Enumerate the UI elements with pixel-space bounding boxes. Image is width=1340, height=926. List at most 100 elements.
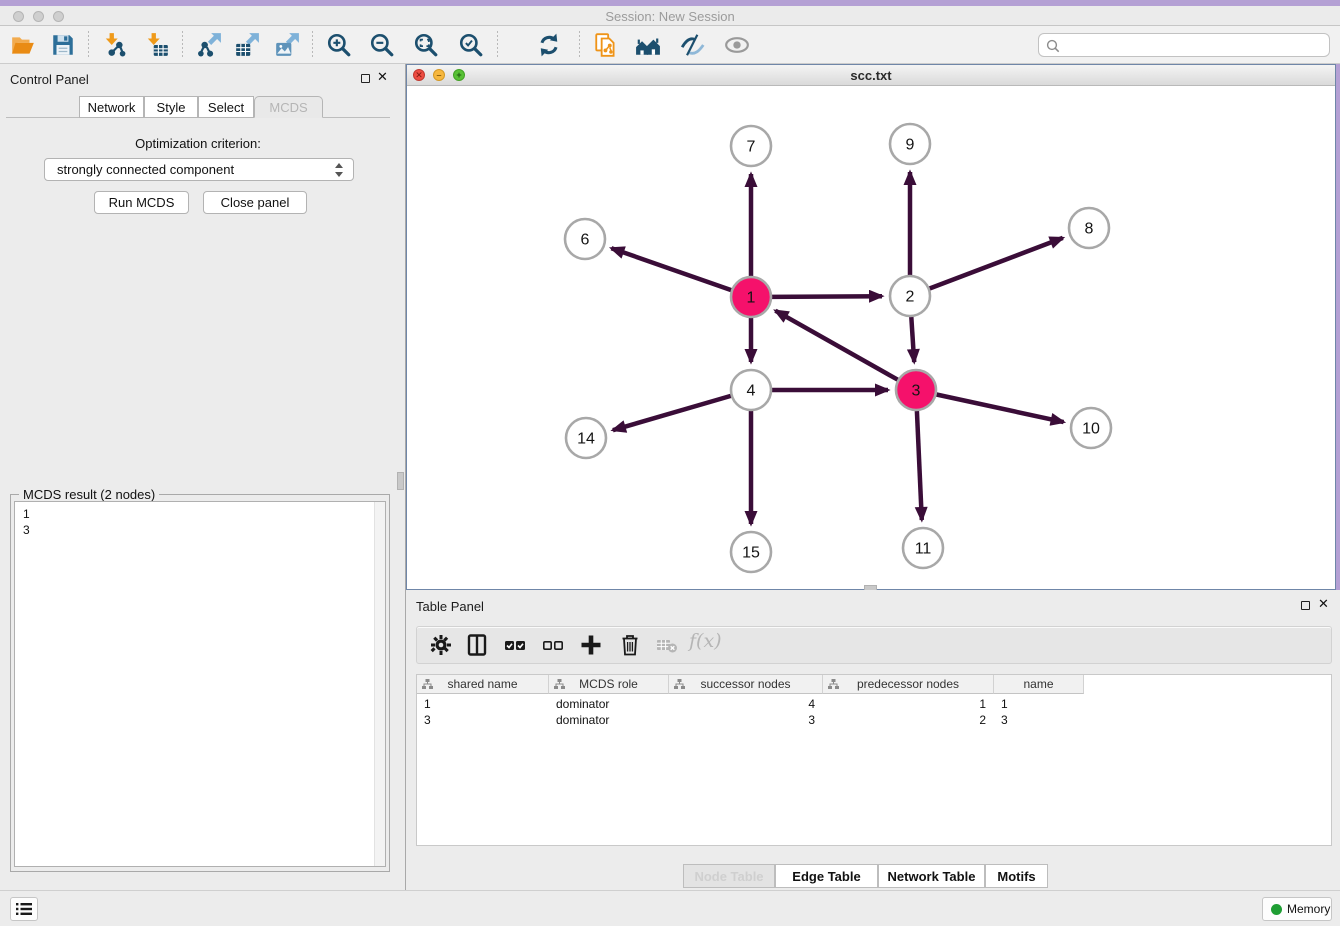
graph-edge-1-2[interactable] <box>772 296 882 297</box>
mcds-result-lines: 1 3 <box>23 506 30 538</box>
table-panel-tabs: Node TableEdge TableNetwork TableMotifs <box>406 864 1340 888</box>
graph-edge-3-1[interactable] <box>775 311 897 380</box>
function-builder-button-disabled: f(x) <box>689 630 722 652</box>
tab-edge-table[interactable]: Edge Table <box>775 864 878 888</box>
home-networks-button[interactable] <box>635 32 661 58</box>
task-history-button[interactable] <box>10 897 38 921</box>
tab-motifs[interactable]: Motifs <box>985 864 1048 888</box>
graph-node-label: 4 <box>747 383 756 400</box>
zoom-fit-button[interactable] <box>413 32 439 58</box>
search-input[interactable] <box>1065 36 1323 54</box>
table-cell[interactable]: 4 <box>669 696 823 712</box>
column-tree-icon <box>422 679 433 690</box>
close-table-panel-icon[interactable]: ✕ <box>1318 596 1329 612</box>
column-tree-icon <box>674 679 685 690</box>
toolbar-separator <box>312 31 313 59</box>
list-icon <box>15 901 33 917</box>
graph-node-label: 14 <box>577 431 595 448</box>
column-header-name[interactable]: name <box>994 675 1084 694</box>
tab-network[interactable]: Network <box>79 96 144 118</box>
delete-table-icon <box>657 640 677 653</box>
titlebar: Session: New Session <box>0 6 1340 26</box>
table-cell[interactable]: dominator <box>549 712 669 728</box>
delete-column-button[interactable] <box>618 633 642 657</box>
close-panel-icon[interactable]: ✕ <box>377 69 388 85</box>
column-tree-icon <box>554 679 565 690</box>
table-cell[interactable]: dominator <box>549 696 669 712</box>
table-row[interactable]: 1dominator411 <box>417 696 1084 712</box>
export-table-icon <box>246 33 259 45</box>
column-header-MCDS-role[interactable]: MCDS role <box>549 675 669 694</box>
graph-edge-2-8[interactable] <box>930 238 1063 289</box>
graph-node-label: 1 <box>747 290 756 307</box>
zoom-in-button[interactable] <box>326 32 352 58</box>
run-mcds-button[interactable]: Run MCDS <box>94 191 189 214</box>
create-column-button[interactable] <box>579 633 603 657</box>
table-cell[interactable]: 3 <box>994 712 1084 728</box>
network-canvas[interactable]: 7968124314101511 <box>407 86 1335 589</box>
tab-node-table[interactable]: Node Table <box>683 864 775 888</box>
column-header-successor-nodes[interactable]: successor nodes <box>669 675 823 694</box>
zoom-selected-button[interactable] <box>458 32 484 58</box>
table-cell[interactable]: 1 <box>417 696 549 712</box>
tab-mcds[interactable]: MCDS <box>254 96 323 118</box>
tab-network-table[interactable]: Network Table <box>878 864 985 888</box>
copy-network-button[interactable] <box>593 32 619 58</box>
table-cell[interactable]: 1 <box>994 696 1084 712</box>
network-frame-titlebar[interactable]: ✕ – + scc.txt <box>407 65 1335 86</box>
column-tree-icon <box>828 679 839 690</box>
settings-gear-button[interactable] <box>429 633 453 657</box>
save-session-button[interactable] <box>50 32 76 58</box>
toolbar-separator <box>579 31 580 59</box>
control-panel-title: Control Panel <box>10 72 89 87</box>
import-network-icon <box>106 33 118 45</box>
table-cell[interactable]: 3 <box>417 712 549 728</box>
export-network-button[interactable] <box>196 32 222 58</box>
graph-edge-4-14[interactable] <box>613 396 731 430</box>
graph-edge-3-10[interactable] <box>937 395 1064 423</box>
graph-edge-1-6[interactable] <box>611 248 731 290</box>
panel-splitter[interactable] <box>396 64 406 890</box>
node-table[interactable]: shared nameMCDS role successor nodes prede… <box>416 674 1332 846</box>
column-header-label: successor nodes <box>700 677 790 691</box>
table-toolbar: f(x) <box>416 626 1332 664</box>
hide-graphics-details-button[interactable] <box>680 32 706 58</box>
close-panel-button[interactable]: Close panel <box>203 191 307 214</box>
splitter-handle[interactable] <box>397 472 404 490</box>
column-header-predecessor-nodes[interactable]: predecessor nodes <box>823 675 994 694</box>
search-field[interactable] <box>1038 33 1330 57</box>
application-window: Session: New Session <box>0 0 1340 926</box>
export-table-button[interactable] <box>234 32 260 58</box>
table-cell[interactable]: 3 <box>669 712 823 728</box>
float-table-panel-icon[interactable] <box>1301 601 1310 610</box>
export-image-button[interactable] <box>274 32 300 58</box>
import-network-button[interactable] <box>102 32 128 58</box>
show-graphics-details-button[interactable] <box>724 32 750 58</box>
optimization-criterion-label: Optimization criterion: <box>0 136 396 151</box>
table-cell[interactable]: 1 <box>823 696 994 712</box>
deselect-all-columns-button[interactable] <box>541 633 565 657</box>
graph-edge-3-11[interactable] <box>917 411 922 520</box>
tab-style[interactable]: Style <box>144 96 198 118</box>
control-panel-tabs: NetworkStyleSelectMCDS <box>0 96 396 118</box>
select-all-columns-button[interactable] <box>503 633 527 657</box>
result-scrollbar[interactable] <box>374 502 385 866</box>
main-toolbar <box>0 26 1340 64</box>
float-panel-icon[interactable] <box>361 74 370 83</box>
import-table-button[interactable] <box>144 32 170 58</box>
graph-edge-2-3[interactable] <box>911 317 914 362</box>
tab-select[interactable]: Select <box>198 96 254 118</box>
memory-button[interactable]: Memory <box>1262 897 1332 921</box>
zoom-out-button[interactable] <box>369 32 395 58</box>
table-row[interactable]: 3dominator323 <box>417 712 1084 728</box>
optimization-criterion-select[interactable]: strongly connected component <box>44 158 354 181</box>
split-columns-button[interactable] <box>465 633 489 657</box>
graph-node-label: 8 <box>1085 221 1094 238</box>
mcds-result-textarea[interactable]: 1 3 <box>14 501 386 867</box>
window-title: Session: New Session <box>0 9 1340 24</box>
memory-label: Memory <box>1287 902 1330 916</box>
apply-layout-button[interactable] <box>536 32 562 58</box>
table-cell[interactable]: 2 <box>823 712 994 728</box>
open-session-button[interactable] <box>10 32 36 58</box>
column-header-shared-name[interactable]: shared name <box>417 675 549 694</box>
